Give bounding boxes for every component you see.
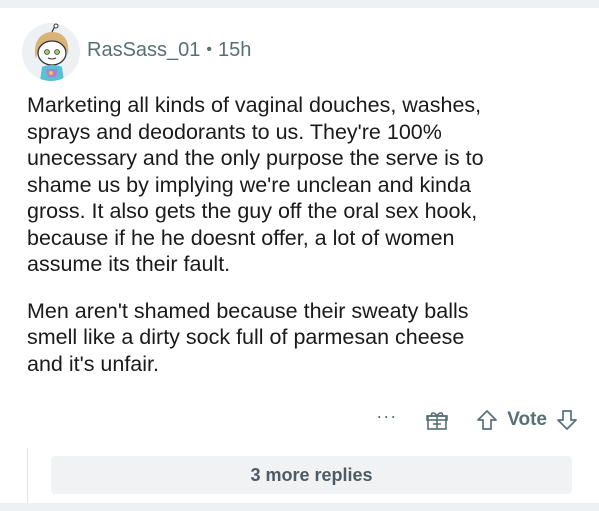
more-replies-button[interactable]: 3 more replies [51,456,572,494]
downvote-arrow-icon [557,410,577,430]
bottom-divider [0,503,599,511]
meta-separator: • [206,41,213,58]
comment-actions: ··· Vote [376,405,579,435]
gift-icon [426,412,449,430]
avatar-snoo-icon [22,23,80,81]
comment-header: RasSass_01 • 15h [22,22,251,82]
upvote-button[interactable] [475,408,499,432]
downvote-button[interactable] [555,408,579,432]
top-divider [0,0,599,8]
avatar[interactable] [22,23,80,81]
comment-paragraph: Men aren't shamed because their sweaty b… [27,298,469,376]
comment-paragraph: Marketing all kinds of vaginal douches, … [27,93,484,276]
comment-meta: RasSass_01 • 15h [87,39,251,62]
comment-timestamp: 15h [218,38,252,61]
thread-line[interactable] [27,448,28,503]
username-link[interactable]: RasSass_01 [87,39,200,62]
award-button[interactable] [425,408,449,432]
vote-label: Vote [507,409,547,430]
more-options-button[interactable]: ··· [376,406,397,427]
upvote-arrow-icon [477,410,498,430]
comment-body: Marketing all kinds of vaginal douches, … [27,92,587,397]
